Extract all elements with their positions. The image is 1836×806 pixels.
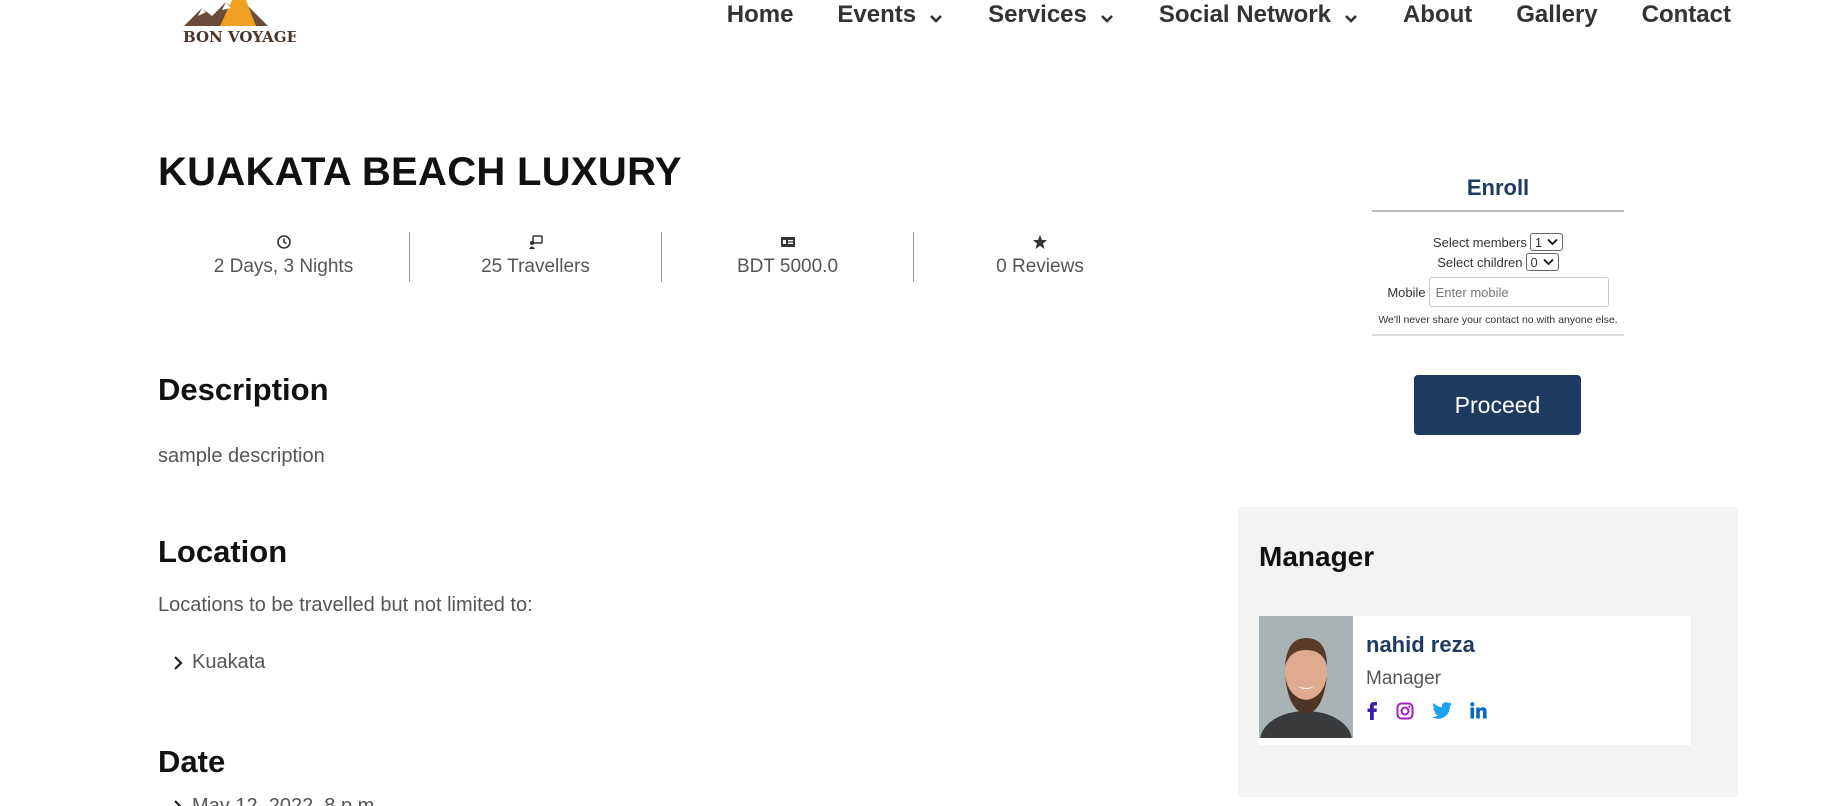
logo-text: BON VOYAGE	[183, 28, 296, 46]
nav-item-social-network[interactable]: Social Network	[1159, 1, 1359, 29]
stat-value: 2 Days, 3 Nights	[213, 256, 354, 277]
manager-section: Manager nahid reza Manager	[1238, 507, 1738, 797]
stat-value: 0 Reviews	[996, 256, 1084, 277]
stat-price: BDT 5000.0	[662, 232, 914, 282]
nav-item-about[interactable]: About	[1403, 1, 1472, 29]
chevron-down-icon	[930, 15, 943, 23]
description-heading: Description	[158, 372, 329, 407]
page-title: KUAKATA BEACH LUXURY	[158, 150, 682, 194]
chevron-down-icon	[1100, 15, 1113, 23]
twitter-icon[interactable]	[1432, 702, 1452, 720]
manager-name[interactable]: nahid reza	[1366, 632, 1505, 658]
avatar	[1259, 616, 1353, 738]
chevron-right-icon	[174, 799, 183, 806]
mobile-input[interactable]	[1428, 277, 1609, 307]
facebook-icon[interactable]	[1366, 702, 1378, 720]
instagram-icon[interactable]	[1396, 702, 1414, 720]
social-links	[1366, 702, 1505, 720]
date-heading: Date	[158, 744, 226, 779]
manager-info: nahid reza Manager	[1353, 616, 1505, 745]
nav-item-services[interactable]: Services	[988, 1, 1115, 29]
enroll-form: Select members 1 Select children 0 Mobil…	[1372, 212, 1624, 336]
mobile-row: Mobile	[1372, 276, 1624, 308]
manager-card: nahid reza Manager	[1259, 616, 1691, 745]
nav-item-events[interactable]: Events	[837, 1, 944, 29]
enroll-title: Enroll	[1372, 168, 1624, 212]
members-row: Select members 1	[1372, 232, 1624, 252]
children-row: Select children 0	[1372, 252, 1624, 272]
travellers-icon	[528, 235, 543, 249]
money-icon	[780, 237, 795, 247]
stat-value: BDT 5000.0	[736, 256, 839, 277]
site-logo[interactable]: BON VOYAGE	[176, 0, 296, 50]
privacy-hint: We'll never share your contact no with a…	[1378, 314, 1618, 326]
members-label: Select members	[1432, 234, 1527, 250]
chevron-right-icon	[174, 655, 183, 670]
tour-stats: 2 Days, 3 Nights 25 Travellers BDT 5000.…	[158, 232, 1166, 282]
proceed-button[interactable]: Proceed	[1414, 375, 1581, 435]
chevron-down-icon	[1543, 258, 1554, 266]
children-label: Select children	[1437, 254, 1523, 270]
children-select[interactable]: 0	[1525, 253, 1559, 271]
nav-item-contact[interactable]: Contact	[1642, 1, 1731, 29]
clock-icon	[276, 235, 291, 249]
manager-role: Manager	[1366, 668, 1441, 689]
location-intro: Locations to be travelled but not limite…	[158, 594, 533, 616]
chevron-down-icon	[1547, 238, 1558, 246]
main-nav: Home Events Services Social Network Abou…	[727, 0, 1731, 30]
nav-item-home[interactable]: Home	[727, 1, 794, 29]
star-icon	[1033, 235, 1047, 249]
mobile-label: Mobile	[1387, 284, 1426, 300]
nav-item-gallery[interactable]: Gallery	[1516, 1, 1597, 29]
linkedin-icon[interactable]	[1470, 702, 1487, 720]
description-text: sample description	[158, 445, 325, 467]
manager-heading: Manager	[1259, 541, 1375, 572]
stat-reviews: 0 Reviews	[914, 232, 1166, 282]
location-heading: Location	[158, 534, 288, 569]
stat-travellers: 25 Travellers	[410, 232, 662, 282]
stat-duration: 2 Days, 3 Nights	[158, 232, 410, 282]
stat-value: 25 Travellers	[481, 256, 590, 277]
date-item: May 12, 2022, 8 p.m.	[172, 795, 380, 806]
enroll-panel: Enroll Select members 1 Select children …	[1372, 168, 1624, 336]
members-select[interactable]: 1	[1529, 233, 1564, 251]
chevron-down-icon	[1345, 15, 1357, 23]
location-item: Kuakata	[172, 651, 265, 674]
